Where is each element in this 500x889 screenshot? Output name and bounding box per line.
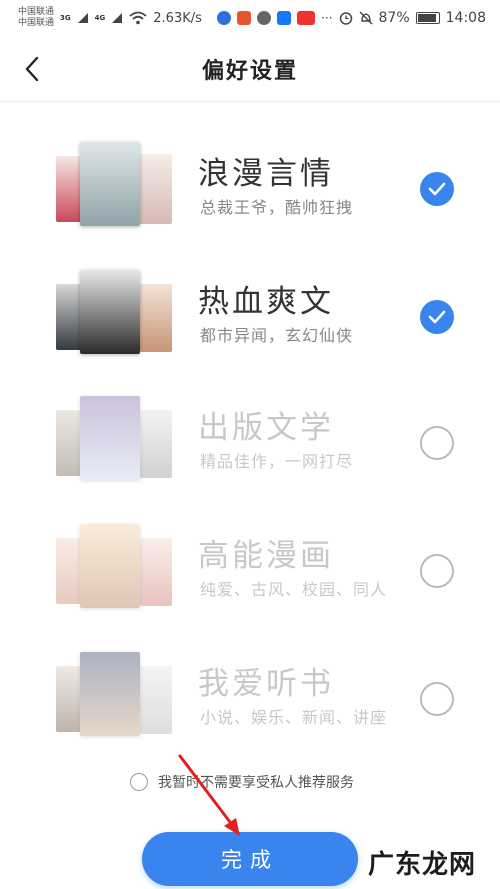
- preference-published[interactable]: 出版文学 精品佳作，一网打尽: [56, 396, 466, 492]
- back-arrow-icon[interactable]: [18, 54, 48, 84]
- watermark: 广东龙网: [368, 850, 477, 880]
- checkmark-icon: [428, 182, 446, 196]
- preference-desc: 都市异闻，玄幻仙侠: [200, 326, 354, 345]
- preference-comics[interactable]: 高能漫画 纯爱、古风、校园、同人: [56, 524, 466, 620]
- book-cover: [140, 284, 172, 352]
- checkbox-checked[interactable]: [420, 172, 454, 206]
- book-cover: [80, 142, 140, 226]
- carrier-2: 中国联通: [18, 18, 55, 28]
- checkbox-unchecked[interactable]: [420, 426, 454, 460]
- signal-icon: [77, 13, 88, 23]
- preference-name: 浪漫言情: [198, 156, 334, 192]
- preference-romance[interactable]: 浪漫言情 总裁王爷，酷帅狂拽: [56, 142, 466, 238]
- net-speed: 2.63K/s: [153, 10, 202, 26]
- alarm-icon: [339, 12, 352, 25]
- wifi-icon: [129, 11, 147, 25]
- more-icon: ···: [321, 11, 333, 25]
- preference-desc: 小说、娱乐、新闻、讲座: [200, 708, 388, 727]
- privacy-option[interactable]: 我暂时不需要享受私人推荐服务: [130, 772, 354, 792]
- book-cover: [140, 410, 172, 478]
- status-bar: 中国联通 中国联通 3G 4G 2.63K/s ··· 87% 14:08: [0, 0, 500, 36]
- battery-percent: 87%: [378, 10, 410, 26]
- preference-name: 出版文学: [198, 410, 334, 446]
- done-button[interactable]: 完成: [142, 832, 358, 886]
- book-covers-hot-blood: [56, 270, 174, 366]
- preference-audiobook[interactable]: 我爱听书 小说、娱乐、新闻、讲座: [56, 652, 466, 748]
- header: 偏好设置: [0, 36, 500, 102]
- book-cover: [80, 524, 140, 608]
- preference-name: 高能漫画: [198, 538, 334, 574]
- checkbox-unchecked[interactable]: [420, 682, 454, 716]
- signal-icon-2: [112, 13, 123, 23]
- notification-app-icon: [237, 11, 252, 25]
- preference-desc: 纯爱、古风、校园、同人: [200, 580, 388, 599]
- settings-app-icon: [257, 11, 272, 25]
- book-cover: [80, 652, 140, 736]
- preference-name: 热血爽文: [198, 284, 334, 320]
- status-right: ··· 87% 14:08: [217, 10, 486, 26]
- checkmark-icon: [428, 310, 446, 324]
- network-3g: 3G: [60, 14, 71, 22]
- checkbox-unchecked[interactable]: [420, 554, 454, 588]
- clock: 14:08: [445, 10, 486, 26]
- privacy-radio[interactable]: [130, 773, 148, 791]
- page-title: 偏好设置: [201, 58, 298, 84]
- book-covers-romance: [56, 142, 174, 238]
- carrier-1: 中国联通: [18, 7, 55, 17]
- book-cover: [80, 270, 140, 354]
- book-cover: [80, 396, 140, 480]
- checkbox-checked[interactable]: [420, 300, 454, 334]
- preference-name: 我爱听书: [198, 666, 334, 702]
- book-cover: [138, 154, 172, 224]
- network-4g: 4G: [94, 14, 106, 22]
- mute-icon: [359, 11, 373, 25]
- privacy-text: 我暂时不需要享受私人推荐服务: [158, 775, 354, 791]
- preference-desc: 总裁王爷，酷帅狂拽: [200, 198, 354, 217]
- book-cover: [140, 538, 172, 606]
- preference-hot-blood[interactable]: 热血爽文 都市异闻，玄幻仙侠: [56, 270, 466, 366]
- status-left: 中国联通 中国联通 3G 4G 2.63K/s: [18, 7, 202, 29]
- battery-icon: [415, 12, 440, 24]
- alipay-icon: [277, 11, 292, 25]
- carriers: 中国联通 中国联通: [18, 7, 54, 29]
- book-covers-published: [56, 396, 174, 492]
- book-cover: [140, 666, 172, 734]
- book-covers-comics: [56, 524, 174, 620]
- preference-desc: 精品佳作，一网打尽: [200, 452, 354, 471]
- book-covers-audiobook: [56, 652, 174, 748]
- news-app-icon: [297, 11, 316, 25]
- music-app-icon: [217, 11, 232, 25]
